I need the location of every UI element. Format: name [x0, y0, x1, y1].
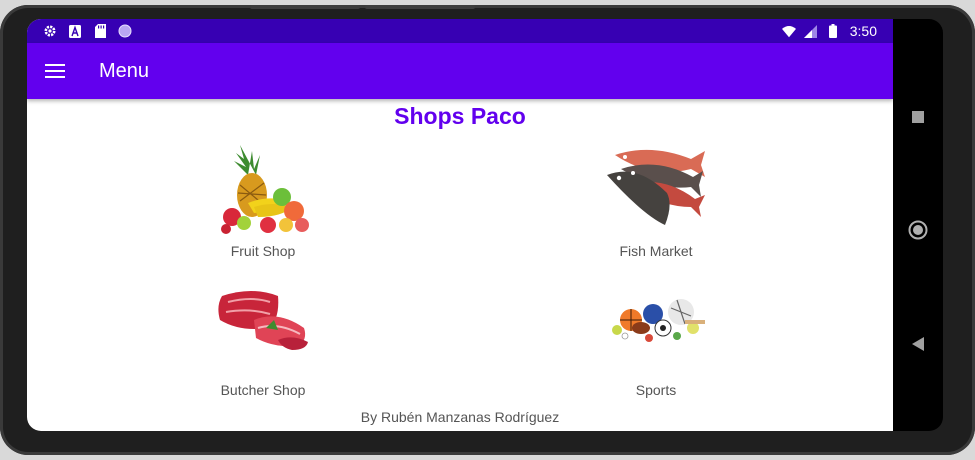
circle-notification-icon [118, 24, 132, 38]
navigation-bar [893, 19, 943, 431]
shop-label-butcher: Butcher Shop [220, 382, 306, 398]
fish-image [601, 145, 711, 237]
main-content: Shops Paco Fruit Shop Fish Market Butche… [27, 99, 893, 431]
volume-button [250, 5, 360, 9]
screen: 3:50 Menu Shops Paco Fruit Shop Fish Mar… [27, 19, 893, 431]
battery-icon [826, 24, 840, 38]
footer-credit: By Rubén Manzanas Rodríguez [360, 409, 560, 425]
page-title: Shops Paco [394, 103, 526, 129]
sd-card-icon [93, 24, 107, 38]
sports-balls-image [601, 284, 711, 376]
back-triangle-icon [912, 337, 924, 351]
hamburger-icon [45, 64, 65, 78]
shop-label-sports: Sports [635, 382, 677, 398]
shop-label-fruit: Fruit Shop [230, 243, 296, 259]
shop-tile-butcher[interactable]: Butcher Shop [143, 284, 383, 398]
home-button[interactable] [893, 210, 943, 250]
hamburger-menu-button[interactable] [27, 43, 83, 99]
meat-image [208, 284, 318, 376]
shop-tile-fish[interactable]: Fish Market [536, 145, 776, 259]
font-a-icon [68, 24, 82, 38]
shop-tile-sports[interactable]: Sports [536, 284, 776, 398]
shop-label-fish: Fish Market [619, 243, 693, 259]
app-bar: Menu [27, 43, 893, 99]
wifi-icon [781, 24, 796, 38]
settings-icon [43, 24, 57, 38]
back-button[interactable] [893, 324, 943, 364]
status-bar: 3:50 [27, 19, 893, 43]
recents-square-icon [912, 111, 924, 123]
power-button [365, 5, 475, 9]
shop-tile-fruit[interactable]: Fruit Shop [143, 145, 383, 259]
recents-button[interactable] [893, 97, 943, 137]
fruit-image [208, 145, 318, 237]
home-circle-icon [908, 220, 928, 240]
app-bar-title: Menu [99, 59, 150, 82]
clock-time: 3:50 [849, 23, 877, 39]
signal-icon [804, 24, 818, 38]
